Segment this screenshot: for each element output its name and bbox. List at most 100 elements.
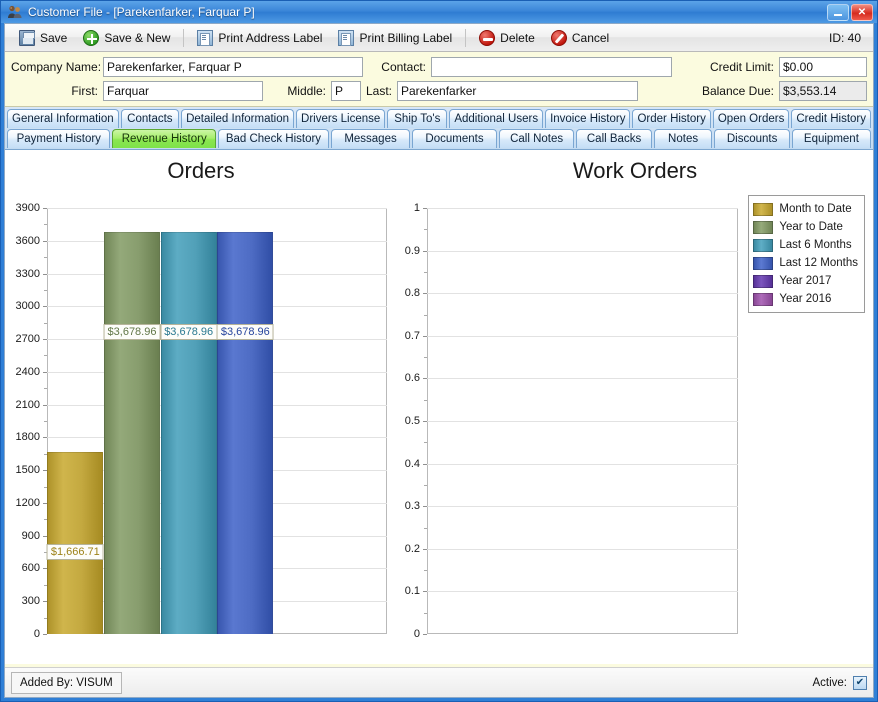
y-axis-tick-label: 600	[21, 562, 40, 575]
tab-label: Order History	[637, 113, 706, 125]
y-axis-tick-label: 2400	[15, 365, 40, 378]
people-icon	[7, 4, 23, 20]
tab-label: Notes	[668, 133, 699, 145]
print-address-label-button-label: Print Address Label	[218, 30, 323, 45]
tab-credit-history[interactable]: Credit History	[791, 109, 871, 128]
first-name-label: First:	[71, 83, 98, 98]
y-axis-tick-label: 3600	[15, 234, 40, 247]
title-bar: Customer File - [Parekenfarker, Farquar …	[1, 1, 877, 23]
y-axis-tick-label: 0.8	[404, 287, 420, 300]
y-axis-tick-label: 3300	[15, 267, 40, 280]
company-name-input[interactable]	[103, 56, 363, 77]
axis-tick-minor	[44, 421, 47, 422]
y-axis-tick-label: 2100	[15, 398, 40, 411]
cancel-button[interactable]: Cancel	[543, 27, 617, 49]
tab-revenue-history[interactable]: Revenue History	[112, 129, 216, 148]
first-name-input[interactable]	[103, 80, 263, 101]
tab-label: Additional Users	[454, 113, 539, 125]
tab-label: Bad Check History	[225, 133, 322, 145]
chart-legend: Month to Date Year to Date Last 6 Months La…	[748, 195, 865, 313]
y-axis-tick-label: 3000	[15, 300, 40, 313]
axis-tick	[423, 463, 427, 465]
axis-tick-minor	[44, 355, 47, 357]
tab-equipment[interactable]: Equipment	[791, 129, 871, 148]
record-id-text: ID: 40	[828, 30, 861, 45]
customer-form: Company Name: Contact: Credit Limit: Fir…	[5, 52, 873, 107]
tab-bad-check-history[interactable]: Bad Check History	[217, 129, 329, 148]
tab-additional-users[interactable]: Additional Users	[449, 109, 544, 128]
bar[interactable]	[104, 232, 160, 634]
tab-label: Payment History	[16, 133, 101, 145]
gridline	[427, 378, 738, 380]
axis-tick	[423, 506, 427, 508]
print-address-label-button[interactable]: Print Address Label	[189, 27, 330, 49]
tab-call-notes[interactable]: Call Notes	[498, 129, 575, 148]
tab-general-information[interactable]: General Information	[7, 109, 119, 128]
tab-detailed-information[interactable]: Detailed Information	[181, 109, 295, 128]
axis-tick	[423, 378, 427, 380]
y-axis-tick-label: 1800	[15, 431, 40, 444]
middle-name-input[interactable]	[331, 80, 361, 101]
last-name-label: Last:	[365, 83, 392, 98]
tab-order-history[interactable]: Order History	[632, 109, 711, 128]
contact-input[interactable]	[431, 56, 672, 77]
credit-limit-input[interactable]	[779, 56, 867, 77]
axis-tick	[43, 339, 47, 341]
gridline	[427, 506, 738, 508]
axis-tick-minor	[424, 271, 427, 273]
legend-item[interactable]: Year to Date	[753, 218, 858, 236]
active-checkbox[interactable]: ✔	[853, 675, 867, 690]
legend-item[interactable]: Year 2017	[753, 272, 858, 290]
legend-item[interactable]: Year 2016	[753, 290, 858, 308]
tab-open-orders[interactable]: Open Orders	[712, 109, 790, 128]
y-axis-tick-label: 0.6	[404, 372, 420, 385]
tab-invoice-history[interactable]: Invoice History	[545, 109, 631, 128]
tab-label: Open Orders	[717, 113, 785, 125]
revenue-history-panel: Orders 0 300 600 900 1200 1500 1800 2100 2400 270…	[5, 150, 873, 664]
toolbar-separator-2	[465, 28, 467, 47]
form-row-1: Company Name: Contact: Credit Limit:	[11, 56, 867, 77]
legend-label: Year 2016	[779, 293, 832, 305]
print-billing-label-button[interactable]: Print Billing Label	[330, 27, 460, 49]
save-and-new-button[interactable]: Save & New	[75, 27, 178, 49]
legend-item[interactable]: Last 12 Months	[753, 254, 858, 272]
window-controls: ✕	[827, 3, 875, 21]
y-axis-tick-label: 1500	[15, 464, 40, 477]
tab-discounts[interactable]: Discounts	[714, 129, 790, 148]
save-button[interactable]: Save	[11, 27, 75, 49]
legend-item[interactable]: Last 6 Months	[753, 236, 858, 254]
axis-tick	[43, 208, 47, 209]
axis-tick-minor	[424, 314, 427, 316]
tab-label: Revenue History	[121, 133, 207, 145]
y-axis-tick-label: 1	[413, 202, 420, 214]
legend-item[interactable]: Month to Date	[753, 200, 858, 218]
minimize-button[interactable]	[827, 3, 849, 21]
tab-notes[interactable]: Notes	[653, 129, 713, 148]
tab-call-backs[interactable]: Call Backs	[576, 129, 652, 148]
gridline	[47, 208, 387, 209]
company-name-label: Company Name:	[11, 59, 102, 74]
tab-label: Detailed Information	[186, 113, 290, 125]
tab-payment-history[interactable]: Payment History	[7, 129, 111, 148]
tab-drivers-license[interactable]: Drivers License	[296, 109, 386, 128]
delete-button[interactable]: Delete	[471, 27, 543, 49]
printer-icon	[338, 29, 355, 46]
close-button[interactable]: ✕	[851, 3, 873, 21]
tab-label: Invoice History	[550, 113, 626, 125]
last-name-input[interactable]	[397, 80, 638, 101]
y-axis-tick-label: 0	[413, 628, 420, 640]
bar[interactable]	[217, 232, 274, 634]
axis-tick	[423, 293, 427, 295]
axis-tick	[43, 306, 47, 308]
customer-file-window: Customer File - [Parekenfarker, Farquar …	[0, 0, 878, 702]
axis-tick-minor	[424, 229, 427, 231]
tab-contacts[interactable]: Contacts	[120, 109, 180, 128]
tab-messages[interactable]: Messages	[330, 129, 411, 148]
tab-documents[interactable]: Documents	[412, 129, 497, 148]
bar[interactable]	[160, 232, 217, 634]
middle-name-label: Middle:	[287, 83, 326, 98]
tab-ship-to-s[interactable]: Ship To's	[387, 109, 448, 128]
gridline	[427, 548, 738, 550]
client-area: Save Save & New Print Address Label Prin…	[4, 23, 874, 698]
delete-button-label: Delete	[500, 30, 535, 45]
